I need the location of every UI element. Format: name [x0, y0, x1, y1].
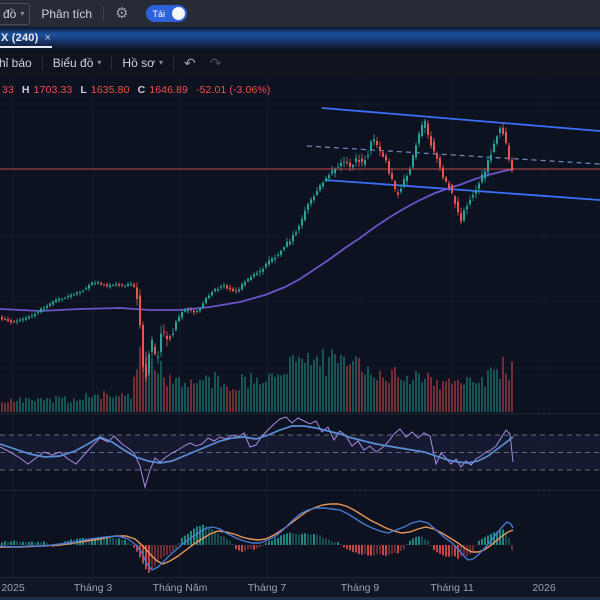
chart-type-dropdown[interactable]: đồ ▾ — [0, 2, 31, 25]
toolbar-divider — [172, 56, 174, 70]
chart-toolbar: chỉ báo Biểu đồ ▾ Hồ sơ ▾ ↶ ↷ — [0, 49, 600, 78]
chart-menu-button[interactable]: Biểu đồ ▾ — [53, 56, 102, 70]
topbar-divider — [103, 6, 105, 21]
chevron-down-icon: ▾ — [20, 8, 25, 18]
toolbar-divider — [111, 56, 113, 70]
undo-icon[interactable]: ↶ — [184, 56, 196, 70]
redo-icon[interactable]: ↷ — [210, 56, 222, 70]
profile-menu-button[interactable]: Hồ sơ ▾ — [122, 56, 163, 70]
time-axis-label: Tháng 9 — [340, 582, 380, 594]
time-axis-label: 2025 — [1, 582, 25, 594]
open-value: 33 — [2, 84, 14, 96]
high-value: 1703.33 — [33, 84, 73, 96]
toggle-label: Tải — [152, 9, 166, 19]
active-tab-underline — [0, 46, 52, 48]
load-toggle[interactable]: Tải — [145, 5, 187, 22]
chevron-down-icon: ▾ — [97, 58, 102, 67]
analysis-menu-item[interactable]: Phân tích — [41, 7, 92, 21]
trading-app: đồ ▾ Phân tích ⚙ Tải X (240) × chỉ báo B… — [0, 0, 600, 600]
close-icon[interactable]: × — [44, 32, 50, 44]
time-axis-label: Tháng Năm — [152, 582, 208, 594]
symbol-tab-bar: X (240) × — [0, 27, 600, 49]
time-axis-label: Tháng 7 — [247, 582, 287, 594]
time-axis-label: Tháng 11 — [430, 582, 474, 594]
close-label: C — [137, 84, 146, 96]
indicators-button[interactable]: chỉ báo — [0, 56, 32, 70]
gear-icon[interactable]: ⚙ — [115, 6, 128, 21]
toggle-knob — [171, 7, 185, 20]
chart-canvas[interactable] — [0, 77, 600, 577]
ohlc-legend: 33 H 1703.33 L 1635.80 C 1646.89 -52.01 … — [2, 84, 270, 96]
low-label: L — [80, 84, 87, 96]
time-axis-label: 2026 — [532, 582, 556, 594]
high-label: H — [21, 84, 30, 96]
chevron-down-icon: ▾ — [158, 58, 163, 67]
time-axis[interactable]: 2025 Tháng 3 Tháng Năm Tháng 7 Tháng 9 Tháng … — [0, 577, 600, 598]
chart-type-label: đồ — [3, 6, 17, 21]
symbol-tab-title: X (240) — [1, 32, 39, 44]
low-value: 1635.80 — [90, 84, 130, 96]
close-value: 1646.89 — [149, 84, 188, 96]
chart-area[interactable]: 33 H 1703.33 L 1635.80 C 1646.89 -52.01 … — [0, 77, 600, 577]
change-value: -52.01 (-3.06%) — [195, 84, 271, 96]
toolbar-divider — [41, 56, 43, 70]
top-menu-bar: đồ ▾ Phân tích ⚙ Tải — [0, 0, 600, 28]
time-axis-label: Tháng 3 — [73, 582, 113, 594]
